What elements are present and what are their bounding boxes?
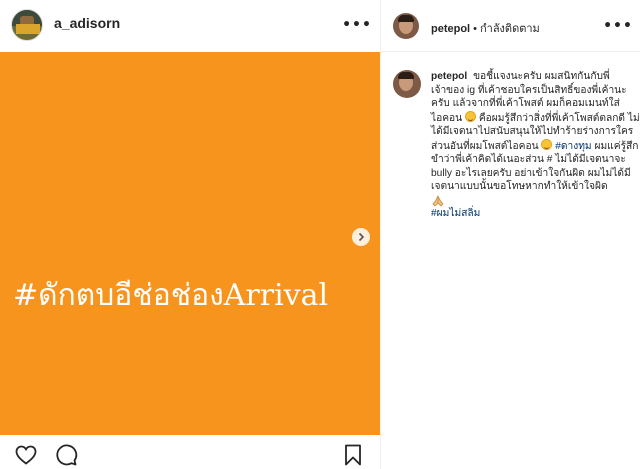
comment-icon [56, 444, 78, 466]
comment-button[interactable] [54, 443, 78, 467]
more-options-icon: ••• [603, 18, 633, 34]
more-options-button[interactable]: ••• [603, 18, 633, 34]
caption-username[interactable]: petepol [431, 71, 467, 82]
follow-status-button[interactable]: กำลังติดตาม [480, 23, 540, 35]
hashtag-link[interactable]: #ดางทุม [555, 141, 591, 152]
header-separator: • [473, 23, 477, 35]
comments-panel: petepol • กำลังติดตาม ••• petepol ขอชี้แจง… [381, 0, 640, 469]
post-panel: a_adisorn ••• #ดักตบอีช่อช่องArrival [0, 0, 380, 469]
bookmark-icon [345, 444, 361, 466]
save-button[interactable] [341, 443, 365, 467]
folded-hands-icon [432, 194, 444, 206]
more-options-icon: ••• [342, 17, 372, 33]
laughing-emoji-icon [541, 138, 553, 150]
chevron-right-icon [358, 232, 365, 242]
header-line: petepol • กำลังติดตาม [431, 19, 540, 37]
post-username[interactable]: a_adisorn [54, 15, 120, 31]
post-image[interactable]: #ดักตบอีช่อช่องArrival [0, 52, 380, 435]
post-image-text: #ดักตบอีช่อช่องArrival [13, 278, 329, 313]
post-action-bar [0, 437, 380, 469]
like-button[interactable] [14, 443, 38, 467]
laughing-emoji-icon [464, 110, 476, 122]
next-image-button[interactable] [352, 228, 370, 246]
comments-header: petepol • กำลังติดตาม ••• [381, 0, 640, 52]
caption-text: petepol ขอชี้แจงนะครับ ผมสนิทกันกับพี่เจ… [431, 70, 640, 220]
avatar[interactable] [393, 13, 419, 39]
avatar[interactable] [393, 70, 421, 98]
avatar[interactable] [11, 9, 43, 41]
heart-icon [15, 445, 37, 465]
hashtag-link[interactable]: #ผมไม่สลิ่ม [431, 208, 480, 219]
header-username[interactable]: petepol [431, 23, 470, 35]
post-header: a_adisorn ••• [0, 0, 380, 50]
more-options-button[interactable]: ••• [342, 17, 372, 33]
